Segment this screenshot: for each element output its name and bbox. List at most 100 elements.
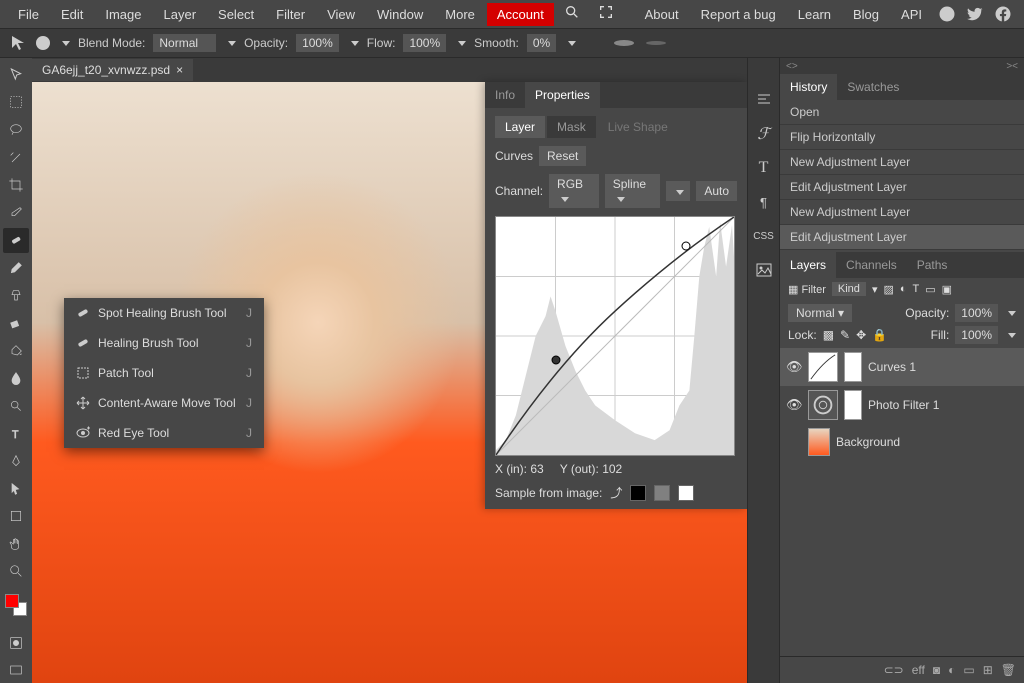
- layer-opacity-value[interactable]: 100%: [955, 304, 998, 322]
- brush-tool[interactable]: [3, 255, 29, 281]
- image-icon[interactable]: [752, 258, 776, 282]
- opacity-value[interactable]: 100%: [296, 34, 339, 52]
- history-item[interactable]: Edit Adjustment Layer: [780, 225, 1024, 250]
- bucket-tool[interactable]: [3, 338, 29, 364]
- menu-about[interactable]: About: [635, 3, 689, 26]
- adjustment-layer-icon[interactable]: ◐: [948, 663, 955, 677]
- layer-thumb[interactable]: [808, 352, 838, 382]
- tab-info[interactable]: Info: [485, 82, 525, 108]
- menu-api[interactable]: API: [891, 3, 932, 26]
- hand-tool[interactable]: [3, 531, 29, 557]
- menu-view[interactable]: View: [317, 3, 365, 26]
- layer-mask-icon[interactable]: ◙: [933, 663, 940, 677]
- sample-black[interactable]: [630, 485, 646, 501]
- layer-effects-icon[interactable]: eff: [912, 663, 925, 677]
- x-in-value[interactable]: 63: [530, 462, 543, 476]
- align-icon[interactable]: [752, 88, 776, 112]
- filter-smart-icon[interactable]: ▣: [942, 283, 952, 296]
- brush-caret-icon[interactable]: [62, 41, 70, 46]
- new-layer-icon[interactable]: ⊞: [983, 663, 993, 677]
- layer-thumb[interactable]: [808, 428, 830, 456]
- spline-select[interactable]: Spline: [605, 174, 661, 208]
- layer-photo-filter-1[interactable]: 👁 Photo Filter 1: [780, 386, 1024, 424]
- delete-layer-icon[interactable]: 🗑: [1001, 663, 1016, 677]
- sample-white[interactable]: [678, 485, 694, 501]
- flyout-patch[interactable]: Patch Tool J: [64, 358, 264, 388]
- history-item[interactable]: Edit Adjustment Layer: [780, 175, 1024, 200]
- menu-blog[interactable]: Blog: [843, 3, 889, 26]
- brush-stroke2-icon[interactable]: [644, 38, 668, 48]
- menu-filter[interactable]: Filter: [266, 3, 315, 26]
- clone-tool[interactable]: [3, 283, 29, 309]
- menu-report-bug[interactable]: Report a bug: [691, 3, 786, 26]
- smooth-value[interactable]: 0%: [527, 34, 556, 52]
- reddit-icon[interactable]: [938, 5, 956, 23]
- layer-mask-thumb[interactable]: [844, 352, 862, 382]
- curve-point-1[interactable]: [551, 355, 560, 364]
- tab-layers[interactable]: Layers: [780, 252, 836, 278]
- blend-mode-select[interactable]: Normal: [153, 34, 216, 52]
- menu-account[interactable]: Account: [487, 3, 554, 26]
- filter-adjust-icon[interactable]: ◐: [900, 283, 907, 295]
- healing-brush-tool[interactable]: [3, 228, 29, 254]
- opacity-caret-icon[interactable]: [351, 41, 359, 46]
- subtab-liveshape[interactable]: Live Shape: [598, 116, 678, 138]
- blend-caret-icon[interactable]: [228, 41, 236, 46]
- flow-value[interactable]: 100%: [403, 34, 446, 52]
- menu-layer[interactable]: Layer: [154, 3, 207, 26]
- menu-image[interactable]: Image: [95, 3, 151, 26]
- smooth-caret-icon[interactable]: [568, 41, 576, 46]
- menu-edit[interactable]: Edit: [51, 3, 93, 26]
- blur-tool[interactable]: [3, 366, 29, 392]
- flyout-content-aware-move[interactable]: Content-Aware Move Tool J: [64, 388, 264, 418]
- character-icon[interactable]: ℱ: [752, 122, 776, 146]
- tab-paths[interactable]: Paths: [907, 252, 958, 278]
- screenmode-tool[interactable]: [3, 658, 29, 683]
- search-icon[interactable]: [556, 0, 588, 29]
- menu-file[interactable]: File: [8, 3, 49, 26]
- layer-opacity-caret[interactable]: [1008, 311, 1016, 316]
- history-item[interactable]: Flip Horizontally: [780, 125, 1024, 150]
- flyout-healing-brush[interactable]: Healing Brush Tool J: [64, 328, 264, 358]
- layer-curves-1[interactable]: 👁 Curves 1: [780, 348, 1024, 386]
- y-out-value[interactable]: 102: [602, 462, 622, 476]
- zoom-tool[interactable]: [3, 559, 29, 585]
- lasso-tool[interactable]: [3, 117, 29, 143]
- file-tab-close[interactable]: ×: [176, 63, 183, 77]
- layer-visibility-icon[interactable]: 👁: [786, 359, 802, 375]
- filter-shape-icon[interactable]: ▭: [925, 283, 935, 296]
- marquee-tool[interactable]: [3, 90, 29, 116]
- link-layers-icon[interactable]: ⊂⊃: [884, 663, 904, 677]
- brush-preview-icon[interactable]: [36, 36, 50, 50]
- paragraph-icon[interactable]: T: [752, 156, 776, 180]
- sample-gray[interactable]: [654, 485, 670, 501]
- tab-properties[interactable]: Properties: [525, 82, 600, 108]
- lock-all-icon[interactable]: 🔒: [872, 328, 887, 342]
- facebook-icon[interactable]: [994, 5, 1012, 23]
- fill-caret[interactable]: [1008, 333, 1016, 338]
- flow-caret-icon[interactable]: [458, 41, 466, 46]
- eraser-tool[interactable]: [3, 310, 29, 336]
- layer-blend-select[interactable]: Normal ▾: [788, 304, 852, 322]
- history-item[interactable]: Open: [780, 100, 1024, 125]
- lock-move-icon[interactable]: ✥: [856, 328, 866, 342]
- menu-select[interactable]: Select: [208, 3, 264, 26]
- history-item[interactable]: New Adjustment Layer: [780, 150, 1024, 175]
- filter-image-icon[interactable]: ▨: [883, 283, 893, 296]
- flyout-red-eye[interactable]: Red Eye Tool J: [64, 418, 264, 448]
- reset-button[interactable]: Reset: [539, 146, 586, 166]
- layer-thumb[interactable]: [808, 390, 838, 420]
- layer-mask-thumb[interactable]: [844, 390, 862, 420]
- quickmask-tool[interactable]: [3, 630, 29, 656]
- menu-more[interactable]: More: [435, 3, 485, 26]
- spline-extra-caret[interactable]: [666, 181, 690, 201]
- dodge-tool[interactable]: [3, 393, 29, 419]
- tab-channels[interactable]: Channels: [836, 252, 907, 278]
- pen-tool[interactable]: [3, 448, 29, 474]
- history-item[interactable]: New Adjustment Layer: [780, 200, 1024, 225]
- layer-background[interactable]: 👁 Background: [780, 424, 1024, 460]
- filter-type-icon[interactable]: T: [913, 283, 920, 295]
- new-group-icon[interactable]: ▭: [963, 663, 974, 677]
- crop-tool[interactable]: [3, 172, 29, 198]
- wand-tool[interactable]: [3, 145, 29, 171]
